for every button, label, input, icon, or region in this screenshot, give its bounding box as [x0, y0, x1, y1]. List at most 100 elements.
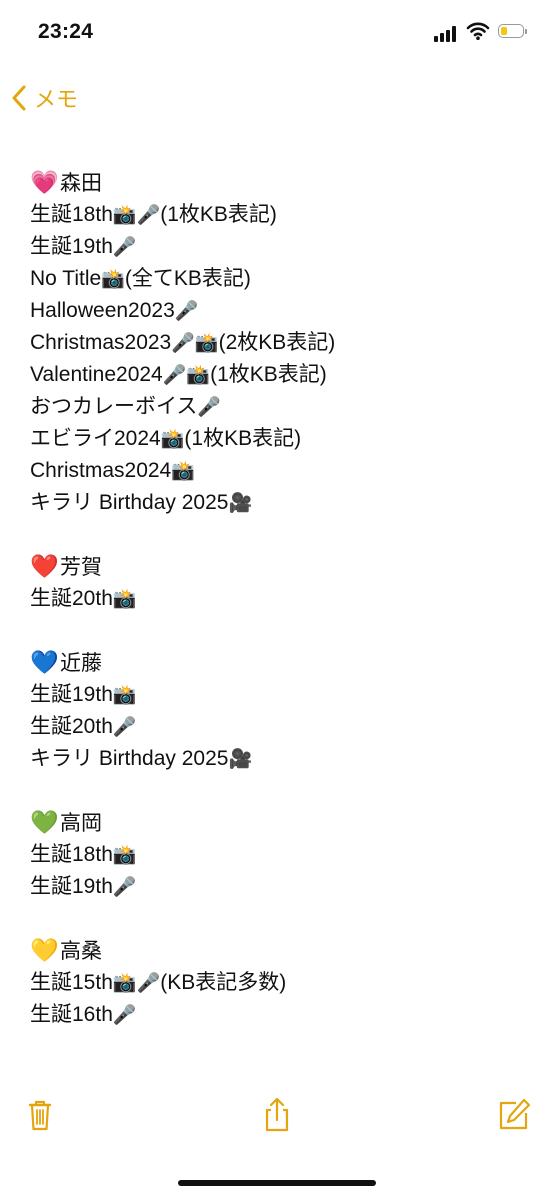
back-button[interactable]: メモ: [10, 80, 78, 116]
note-line: No Title📸(全てKB表記): [30, 263, 530, 295]
note-line: 生誕18th📸: [30, 839, 530, 871]
member-header: 💗森田: [30, 167, 530, 199]
note-line: おつカレーボイス🎤: [30, 391, 530, 423]
microphone-icon: 🎤: [174, 300, 199, 322]
camera-flash-icon: 📸: [101, 268, 125, 290]
movie-camera-icon: 🎥: [228, 492, 253, 514]
chevron-left-icon: [12, 85, 26, 111]
item-note: (1枚KB表記): [184, 427, 302, 450]
item-title: 生誕15th: [30, 971, 113, 994]
item-note: (KB表記多数): [160, 971, 287, 994]
camera-flash-icon: 📸: [112, 204, 137, 226]
share-button[interactable]: [257, 1095, 297, 1135]
item-title: 生誕19th: [30, 235, 113, 258]
note-line: Halloween2023🎤: [30, 295, 530, 327]
microphone-icon: 🎤: [136, 972, 161, 994]
item-title: キラリ Birthday 2025: [30, 747, 229, 770]
camera-flash-icon: 📸: [186, 364, 211, 386]
microphone-icon: 🎤: [112, 1004, 137, 1026]
compose-button[interactable]: [494, 1095, 534, 1135]
note-body[interactable]: 💗森田 生誕18th📸🎤(1枚KB表記) 生誕19th🎤 No Title📸(全てKB…: [30, 167, 530, 1031]
item-note: (全てKB表記): [124, 267, 251, 290]
item-title: Christmas2024: [30, 459, 172, 482]
item-title: 生誕16th: [30, 1003, 113, 1026]
microphone-icon: 🎤: [136, 204, 161, 226]
wifi-icon: [466, 22, 490, 40]
note-line: キラリ Birthday 2025🎥: [30, 487, 530, 519]
note-line: 生誕18th📸🎤(1枚KB表記): [30, 199, 530, 231]
note-line: エビライ2024📸(1枚KB表記): [30, 423, 530, 455]
camera-flash-icon: 📸: [112, 684, 137, 706]
note-line: Christmas2023🎤📸(2枚KB表記): [30, 327, 530, 359]
status-bar: 23:24: [0, 0, 554, 70]
bottom-toolbar: [0, 1085, 554, 1145]
item-title: 生誕19th: [30, 875, 113, 898]
movie-camera-icon: 🎥: [228, 748, 253, 770]
home-indicator: [178, 1180, 376, 1186]
item-title: おつカレーボイス: [30, 395, 198, 418]
microphone-icon: 🎤: [162, 364, 187, 386]
item-title: 生誕18th: [30, 203, 113, 226]
item-title: 生誕18th: [30, 843, 113, 866]
member-header: ❤️芳賀: [30, 551, 530, 583]
note-line: Valentine2024🎤📸(1枚KB表記): [30, 359, 530, 391]
member-name: 近藤: [60, 652, 102, 675]
compose-icon: [499, 1098, 531, 1130]
item-title: No Title: [30, 267, 102, 290]
camera-flash-icon: 📸: [112, 588, 137, 610]
battery-icon: [498, 24, 528, 40]
note-line: 生誕19th🎤: [30, 231, 530, 263]
heart-icon: 💛: [30, 938, 59, 964]
note-line: 生誕20th📸: [30, 583, 530, 615]
heart-icon: 💚: [30, 810, 59, 836]
microphone-icon: 🎤: [197, 396, 222, 418]
item-note: (2枚KB表記): [218, 331, 336, 354]
camera-flash-icon: 📸: [194, 332, 219, 354]
camera-flash-icon: 📸: [112, 972, 137, 994]
trash-icon: [28, 1100, 52, 1131]
note-line: 生誕20th🎤: [30, 711, 530, 743]
member-name: 森田: [60, 172, 102, 195]
item-note: (1枚KB表記): [210, 363, 327, 386]
microphone-icon: 🎤: [112, 876, 137, 898]
item-title: 生誕20th: [30, 715, 113, 738]
back-label: メモ: [34, 87, 79, 112]
member-header: 💙近藤: [30, 647, 530, 679]
camera-flash-icon: 📸: [160, 428, 185, 450]
member-name: 芳賀: [60, 556, 102, 579]
item-title: エビライ2024: [30, 427, 161, 450]
note-line: Christmas2024📸: [30, 455, 530, 487]
microphone-icon: 🎤: [171, 332, 195, 354]
item-title: 生誕20th: [30, 587, 113, 610]
item-title: 生誕19th: [30, 683, 113, 706]
item-note: (1枚KB表記): [160, 203, 277, 226]
member-header: 💚高岡: [30, 807, 530, 839]
member-name: 高岡: [60, 812, 102, 835]
heart-icon: 💗: [30, 170, 59, 196]
cellular-signal-icon: [434, 26, 460, 42]
item-title: Halloween2023: [30, 299, 175, 322]
member-header: 💛高桑: [30, 935, 530, 967]
camera-flash-icon: 📸: [112, 844, 137, 866]
microphone-icon: 🎤: [112, 236, 137, 258]
note-line: 生誕19th🎤: [30, 871, 530, 903]
status-time: 23:24: [38, 20, 94, 43]
note-line: キラリ Birthday 2025🎥: [30, 743, 530, 775]
heart-icon: ❤️: [30, 554, 59, 580]
heart-icon: 💙: [30, 650, 59, 676]
microphone-icon: 🎤: [112, 716, 137, 738]
item-title: Christmas2023: [30, 331, 172, 354]
item-title: キラリ Birthday 2025: [30, 491, 229, 514]
note-line: 生誕15th📸🎤(KB表記多数): [30, 967, 530, 999]
item-title: Valentine2024: [30, 363, 163, 386]
member-name: 高桑: [60, 940, 102, 963]
camera-flash-icon: 📸: [171, 460, 195, 482]
share-icon: [265, 1097, 289, 1132]
note-line: 生誕16th🎤: [30, 999, 530, 1031]
delete-button[interactable]: [20, 1095, 60, 1135]
note-line: 生誕19th📸: [30, 679, 530, 711]
